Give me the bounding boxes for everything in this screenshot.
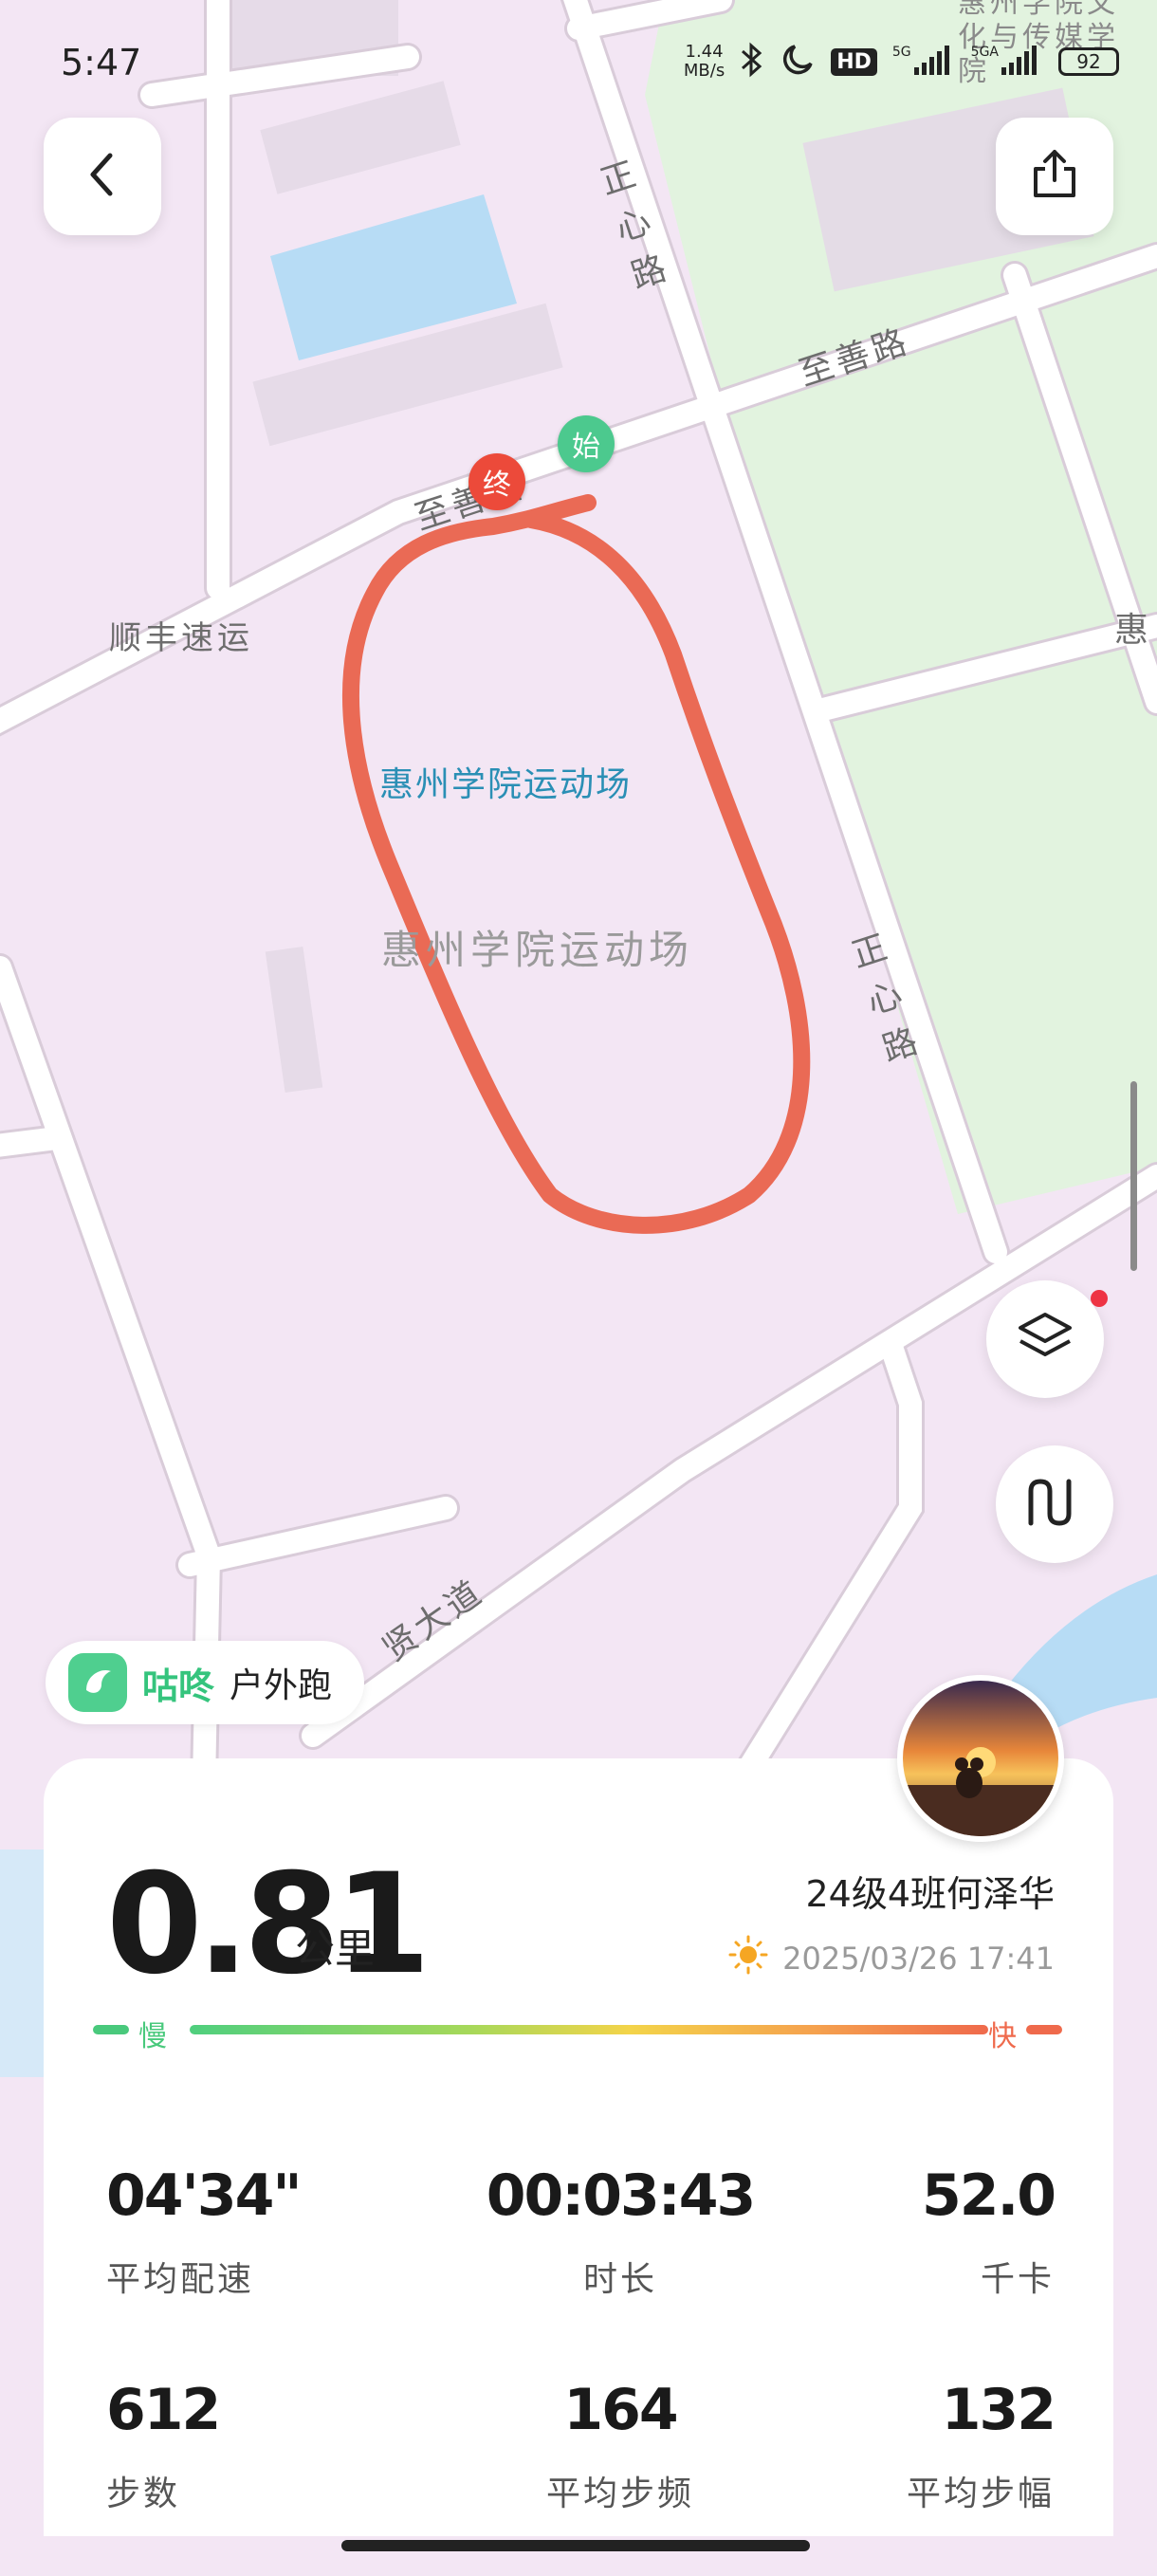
map-label-poi: 顺丰速运 xyxy=(109,619,253,657)
avg-pace-value: 04'34" xyxy=(106,2162,303,2229)
status-bar: 5:47 1.44 MB/s HD 5G 5GA 92 xyxy=(0,0,1157,123)
stride-value: 132 xyxy=(941,2377,1056,2443)
steps-value: 612 xyxy=(106,2377,221,2443)
activity-type: 户外跑 xyxy=(230,1666,333,1705)
brand-chip: 咕咚 户外跑 xyxy=(46,1641,365,1724)
layers-icon xyxy=(1015,1309,1075,1370)
map-label-poi: 惠 xyxy=(1114,611,1153,650)
share-icon xyxy=(1026,146,1083,207)
notification-dot xyxy=(1091,1290,1108,1307)
start-pin[interactable]: 始 xyxy=(558,415,615,472)
route-toggle-icon xyxy=(1025,1476,1084,1533)
sun-icon xyxy=(727,1934,769,1983)
map-layers-button[interactable] xyxy=(986,1280,1108,1398)
bluetooth-icon xyxy=(740,41,764,83)
pace-legend: 慢 快 xyxy=(93,2013,1062,2053)
summary-card: 0.81 公里 24级4班何泽华 2025/03/26 17:41 慢 快 04… xyxy=(44,1758,1113,2536)
map-label-venue: 惠州学院运动场 xyxy=(379,765,633,804)
brand-logo-icon xyxy=(68,1653,127,1712)
map-label-venue: 惠州学院运动场 xyxy=(381,927,694,973)
distance-value: 0.81 xyxy=(106,1844,431,2005)
duration-value: 00:03:43 xyxy=(486,2162,756,2229)
net-speed: 1.44 MB/s xyxy=(684,43,725,81)
avatar[interactable] xyxy=(897,1675,1064,1842)
battery-icon: 92 xyxy=(1058,47,1119,76)
status-icons: 1.44 MB/s HD 5G 5GA 92 xyxy=(684,38,1119,85)
route-toggle-button[interactable] xyxy=(996,1445,1113,1563)
avg-pace-label: 平均配速 xyxy=(106,2260,255,2299)
pace-gradient-bar xyxy=(190,2025,988,2034)
status-time: 5:47 xyxy=(61,42,142,83)
user-name: 24级4班何泽华 xyxy=(805,1873,1055,1915)
datetime-text: 2025/03/26 17:41 xyxy=(782,1941,1055,1977)
sim2-label: 5GA xyxy=(970,45,999,60)
home-indicator[interactable] xyxy=(341,2540,810,2551)
pace-fast-dash xyxy=(1026,2025,1062,2034)
signal-sim2: 5GA xyxy=(971,45,1043,79)
pace-fast-label: 快 xyxy=(988,2020,1017,2053)
distance-unit: 公里 xyxy=(295,1925,376,1972)
hd-badge: HD xyxy=(831,47,877,76)
end-pin[interactable]: 终 xyxy=(468,453,525,510)
calories-label: 千卡 xyxy=(980,2260,1055,2299)
stride-label: 平均步幅 xyxy=(906,2475,1055,2513)
brand-name: 咕咚 xyxy=(142,1665,215,1707)
net-speed-value: 1.44 xyxy=(685,42,724,62)
share-button[interactable] xyxy=(996,118,1113,235)
calories-value: 52.0 xyxy=(921,2162,1056,2229)
signal-bars-icon xyxy=(913,45,956,79)
pace-slow-label: 慢 xyxy=(138,2020,167,2053)
signal-sim1: 5G xyxy=(892,45,956,79)
workout-datetime: 2025/03/26 17:41 xyxy=(727,1934,1055,1983)
signal-bars-icon xyxy=(1001,45,1043,79)
back-arrow-icon xyxy=(83,150,121,203)
duration-label: 时长 xyxy=(582,2260,657,2299)
steps-label: 步数 xyxy=(106,2475,181,2513)
sim1-label: 5G xyxy=(891,45,911,60)
cadence-value: 164 xyxy=(563,2377,678,2443)
scrollbar xyxy=(1130,1081,1137,1271)
pace-slow-dash xyxy=(93,2025,129,2034)
moon-icon xyxy=(780,42,816,82)
back-button[interactable] xyxy=(44,118,161,235)
cadence-label: 平均步频 xyxy=(545,2475,694,2513)
net-speed-unit: MB/s xyxy=(683,61,725,81)
